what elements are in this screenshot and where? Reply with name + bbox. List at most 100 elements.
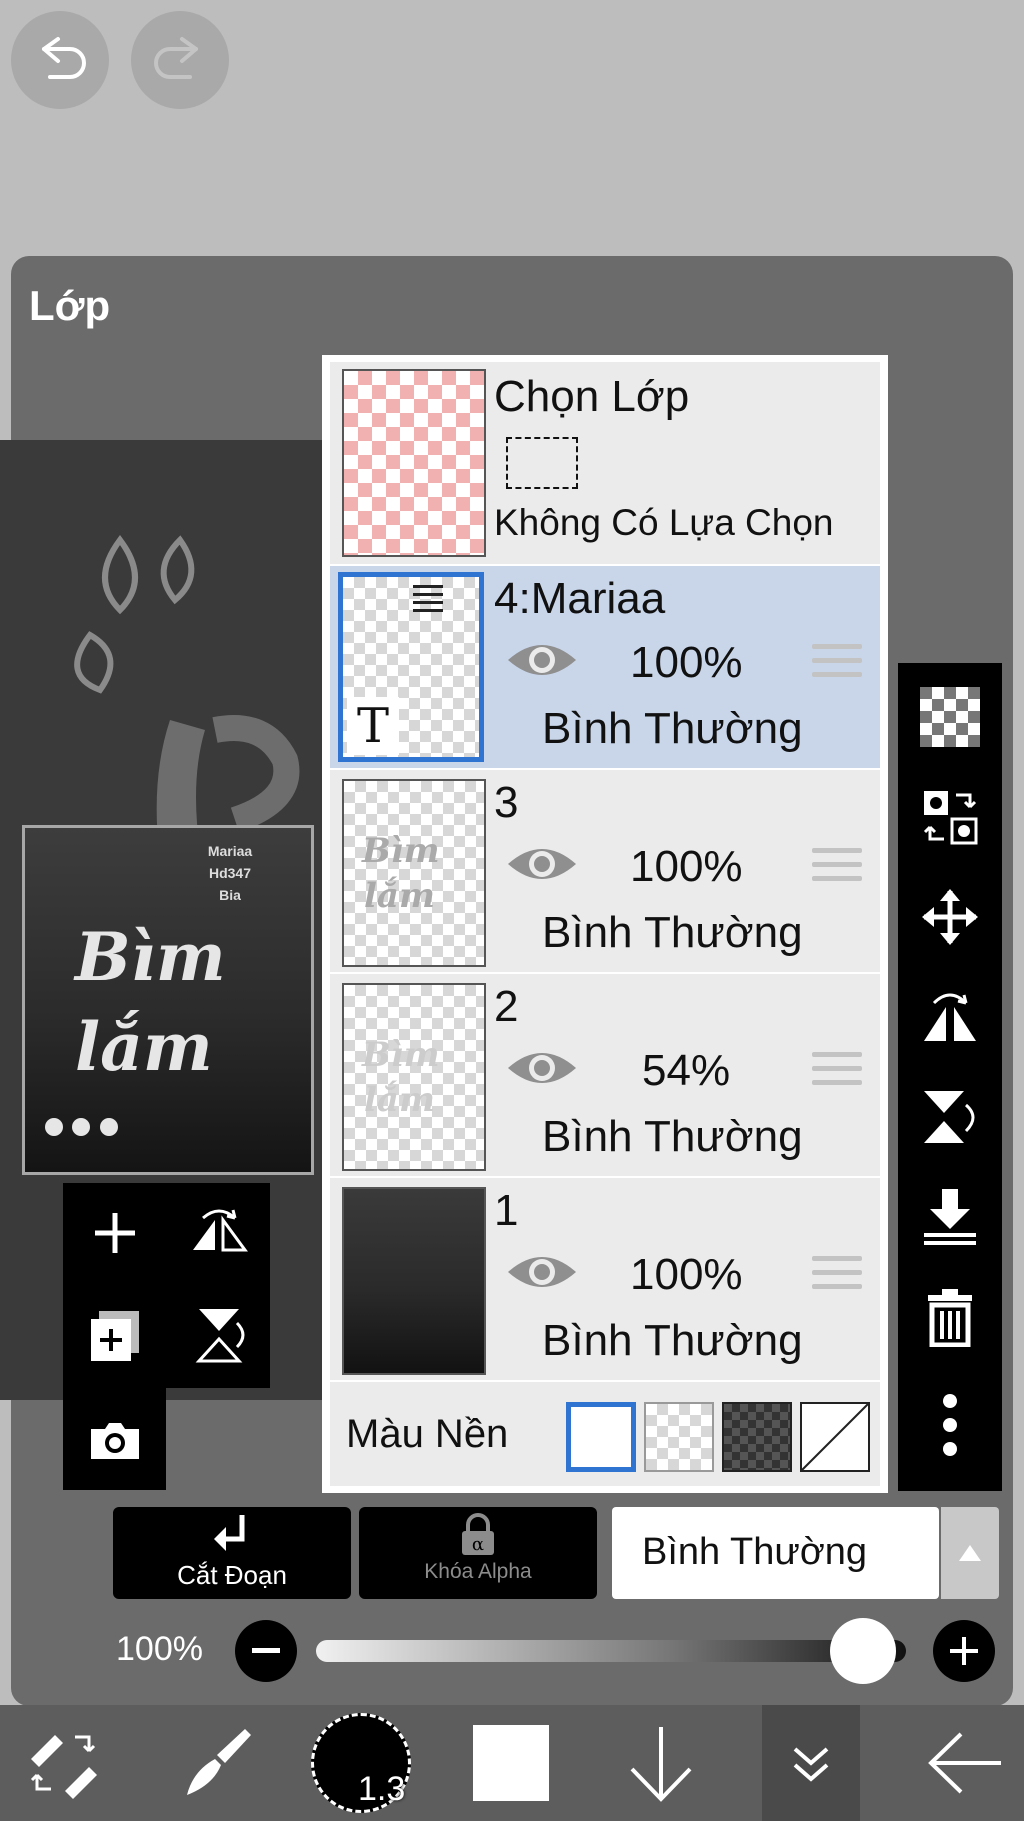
flip-horizontal-icon bbox=[193, 1209, 248, 1252]
clipping-label: Cắt Đoạn bbox=[177, 1560, 287, 1590]
selection-marquee-icon bbox=[506, 437, 578, 489]
minus-icon bbox=[252, 1648, 280, 1653]
alpha-lock-label: Khóa Alpha bbox=[424, 1560, 532, 1583]
duplicate-layer-button[interactable] bbox=[80, 1300, 150, 1370]
merge-down-icon bbox=[924, 1189, 976, 1245]
layer-blend-mode: Bình Thường bbox=[542, 1112, 803, 1161]
canvas-preview: Mariaa Hd347 Bia Bìm lắm bbox=[22, 825, 314, 1175]
transparency-button[interactable] bbox=[916, 683, 984, 751]
background-label: Màu Nền bbox=[346, 1412, 509, 1456]
color-swatch-button[interactable] bbox=[456, 1705, 566, 1821]
panel-title: Lớp bbox=[29, 282, 111, 329]
layer-thumbnail: Bìm lắm bbox=[342, 779, 486, 967]
layer-row-2[interactable]: Bìm lắm 2 54% Bình Thường bbox=[330, 974, 880, 1176]
back-button[interactable] bbox=[910, 1705, 1020, 1821]
redo-icon bbox=[154, 37, 198, 79]
lock-icon: α bbox=[462, 1513, 494, 1555]
layer-opacity: 100% bbox=[630, 842, 743, 891]
brush-size-value: 1.3 bbox=[358, 1770, 406, 1808]
bg-none-swatch[interactable] bbox=[800, 1402, 870, 1472]
flip-layer-horizontal-button[interactable] bbox=[916, 983, 984, 1051]
swap-layers-button[interactable] bbox=[916, 783, 984, 851]
selection-thumbnail bbox=[342, 369, 486, 557]
text-layer-icon: T bbox=[347, 697, 399, 755]
selection-title: Chọn Lớp bbox=[494, 372, 690, 421]
layer-name: 4:Mariaa bbox=[494, 574, 666, 623]
add-layer-icon bbox=[95, 1213, 135, 1253]
more-icon bbox=[943, 1394, 957, 1456]
add-layer-button[interactable] bbox=[80, 1198, 150, 1268]
brush-tool-button[interactable] bbox=[160, 1705, 270, 1821]
opacity-value: 100% bbox=[116, 1630, 203, 1668]
brush-size-button[interactable]: 1.3 bbox=[306, 1705, 416, 1821]
bottom-toolbar: 1.3 bbox=[0, 1705, 1024, 1821]
camera-icon bbox=[91, 1423, 139, 1459]
layer-thumbnail: T bbox=[338, 572, 484, 762]
opacity-increase-button[interactable] bbox=[933, 1620, 995, 1682]
layer-row-1[interactable]: 1 100% Bình Thường bbox=[330, 1178, 880, 1380]
bg-transparent-swatch[interactable] bbox=[644, 1402, 714, 1472]
svg-text:α: α bbox=[472, 1534, 484, 1555]
layer-thumbnail bbox=[342, 1187, 486, 1375]
layer-blend-mode: Bình Thường bbox=[542, 704, 803, 753]
flip-horizontal-icon bbox=[924, 993, 976, 1041]
more-options-button[interactable] bbox=[916, 1391, 984, 1459]
camera-button[interactable] bbox=[80, 1406, 150, 1476]
opacity-slider-track[interactable] bbox=[316, 1640, 906, 1662]
background-color-row: Màu Nền bbox=[330, 1382, 880, 1486]
bg-dark-swatch[interactable] bbox=[722, 1402, 792, 1472]
preview-text-2: Hd347 bbox=[208, 865, 252, 881]
pen-eraser-icon bbox=[30, 1735, 97, 1799]
alpha-lock-button[interactable]: α Khóa Alpha bbox=[359, 1507, 597, 1599]
delete-icon bbox=[928, 1289, 972, 1347]
merge-down-button[interactable] bbox=[916, 1183, 984, 1251]
preview-text-1: Mariaa bbox=[207, 843, 253, 859]
redo-button[interactable] bbox=[131, 11, 229, 109]
layer-blend-mode: Bình Thường bbox=[542, 908, 803, 957]
drag-handle-icon[interactable] bbox=[812, 1256, 862, 1292]
layer-down-button[interactable] bbox=[606, 1705, 716, 1821]
eye-icon[interactable] bbox=[506, 842, 578, 886]
double-chevron-down-icon bbox=[793, 1747, 829, 1782]
eye-icon[interactable] bbox=[506, 1046, 578, 1090]
opacity-slider-thumb[interactable] bbox=[830, 1618, 896, 1684]
layer-opacity: 100% bbox=[630, 638, 743, 687]
move-button[interactable] bbox=[916, 883, 984, 951]
move-icon bbox=[922, 889, 978, 945]
bg-white-swatch[interactable] bbox=[566, 1402, 636, 1472]
transform-tool-button[interactable] bbox=[8, 1705, 118, 1821]
clipping-button[interactable]: Cắt Đoạn bbox=[113, 1507, 351, 1599]
layers-menu-button[interactable] bbox=[762, 1705, 860, 1821]
undo-button[interactable] bbox=[11, 11, 109, 109]
plus-icon bbox=[950, 1637, 978, 1665]
drag-handle-icon[interactable] bbox=[812, 644, 862, 680]
eye-icon[interactable] bbox=[506, 1250, 578, 1294]
selection-layer-row[interactable]: Chọn Lớp Không Có Lựa Chọn bbox=[330, 362, 880, 564]
arrow-down-icon bbox=[630, 1727, 692, 1802]
drag-handle-icon[interactable] bbox=[812, 1052, 862, 1088]
flip-layer-vertical-button[interactable] bbox=[916, 1083, 984, 1151]
layer-name: 3 bbox=[494, 778, 519, 827]
flip-vertical-button[interactable] bbox=[184, 1300, 254, 1370]
preview-art-line2: lắm bbox=[75, 1008, 213, 1086]
blend-mode-dropdown[interactable] bbox=[941, 1507, 999, 1599]
flip-vertical-icon bbox=[195, 1309, 245, 1363]
layer-row-4[interactable]: T 4:Mariaa 100% Bình Thường bbox=[330, 566, 880, 768]
delete-layer-button[interactable] bbox=[916, 1283, 984, 1351]
preview-text-3: Bia bbox=[219, 887, 241, 903]
blend-mode-value: Bình Thường bbox=[642, 1531, 868, 1573]
opacity-decrease-button[interactable] bbox=[235, 1620, 297, 1682]
flip-vertical-icon bbox=[924, 1091, 975, 1143]
layer-opacity: 100% bbox=[630, 1250, 743, 1299]
layer-blend-mode: Bình Thường bbox=[542, 1316, 803, 1365]
eye-icon[interactable] bbox=[506, 638, 578, 682]
layer-thumbnail: Bìm lắm bbox=[342, 983, 486, 1171]
layer-opacity: 54% bbox=[642, 1046, 731, 1095]
flip-horizontal-button[interactable] bbox=[184, 1198, 254, 1268]
drag-handle-icon[interactable] bbox=[812, 848, 862, 884]
blend-mode-select[interactable]: Bình Thường bbox=[612, 1507, 939, 1599]
layer-row-3[interactable]: Bìm lắm 3 100% Bình Thường bbox=[330, 770, 880, 972]
selection-subtitle: Không Có Lựa Chọn bbox=[494, 502, 834, 543]
brush-icon bbox=[187, 1729, 251, 1795]
layer-name: 2 bbox=[494, 982, 519, 1031]
